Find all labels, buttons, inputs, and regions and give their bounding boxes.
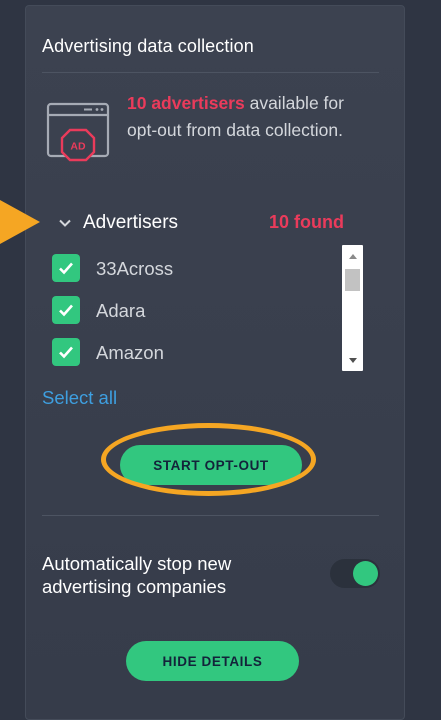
auto-stop-toggle[interactable] (330, 559, 380, 588)
scroll-down-arrow-icon[interactable] (342, 352, 363, 368)
found-count: 10 found (269, 212, 344, 232)
list-item[interactable]: Adara (52, 296, 332, 338)
advertiser-name: Amazon (96, 342, 164, 363)
hide-details-button[interactable]: HIDE DETAILS (126, 641, 299, 681)
advertisers-toggle[interactable]: Advertisers (57, 210, 178, 236)
auto-stop-label: Automatically stop new advertising compa… (42, 553, 232, 597)
annotation-arrow (0, 200, 40, 244)
advertisers-title: Advertisers (83, 212, 179, 233)
advertiser-name: 33Across (96, 258, 174, 279)
advertiser-count: 10 advertisers (127, 93, 245, 113)
section-heading: Advertising data collection (42, 36, 254, 56)
advertiser-checkbox[interactable] (52, 338, 80, 366)
check-icon (59, 346, 73, 359)
start-opt-out-button[interactable]: START OPT-OUT (120, 445, 302, 485)
advertiser-checkbox[interactable] (52, 254, 80, 282)
list-item[interactable]: 33Across (52, 254, 332, 296)
browser-ad-icon: AD (46, 102, 110, 162)
advertiser-checkbox[interactable] (52, 296, 80, 324)
list-item[interactable]: Amazon (52, 338, 332, 380)
advertiser-list: 33Across Adara Amazon (52, 254, 332, 380)
advertiser-name: Adara (96, 300, 146, 321)
check-icon (59, 304, 73, 317)
middle-divider (42, 515, 379, 516)
check-icon (59, 262, 73, 275)
opt-out-summary: 10 advertisers available for opt-out fro… (127, 90, 377, 144)
toggle-knob (353, 561, 378, 586)
list-scrollbar[interactable] (342, 245, 363, 371)
scroll-up-arrow-icon[interactable] (342, 248, 363, 264)
select-all-link[interactable]: Select all (42, 387, 117, 409)
top-divider (42, 72, 379, 73)
ad-icon-label: AD (70, 141, 86, 153)
chevron-down-icon (59, 219, 71, 227)
scroll-thumb[interactable] (345, 269, 360, 291)
